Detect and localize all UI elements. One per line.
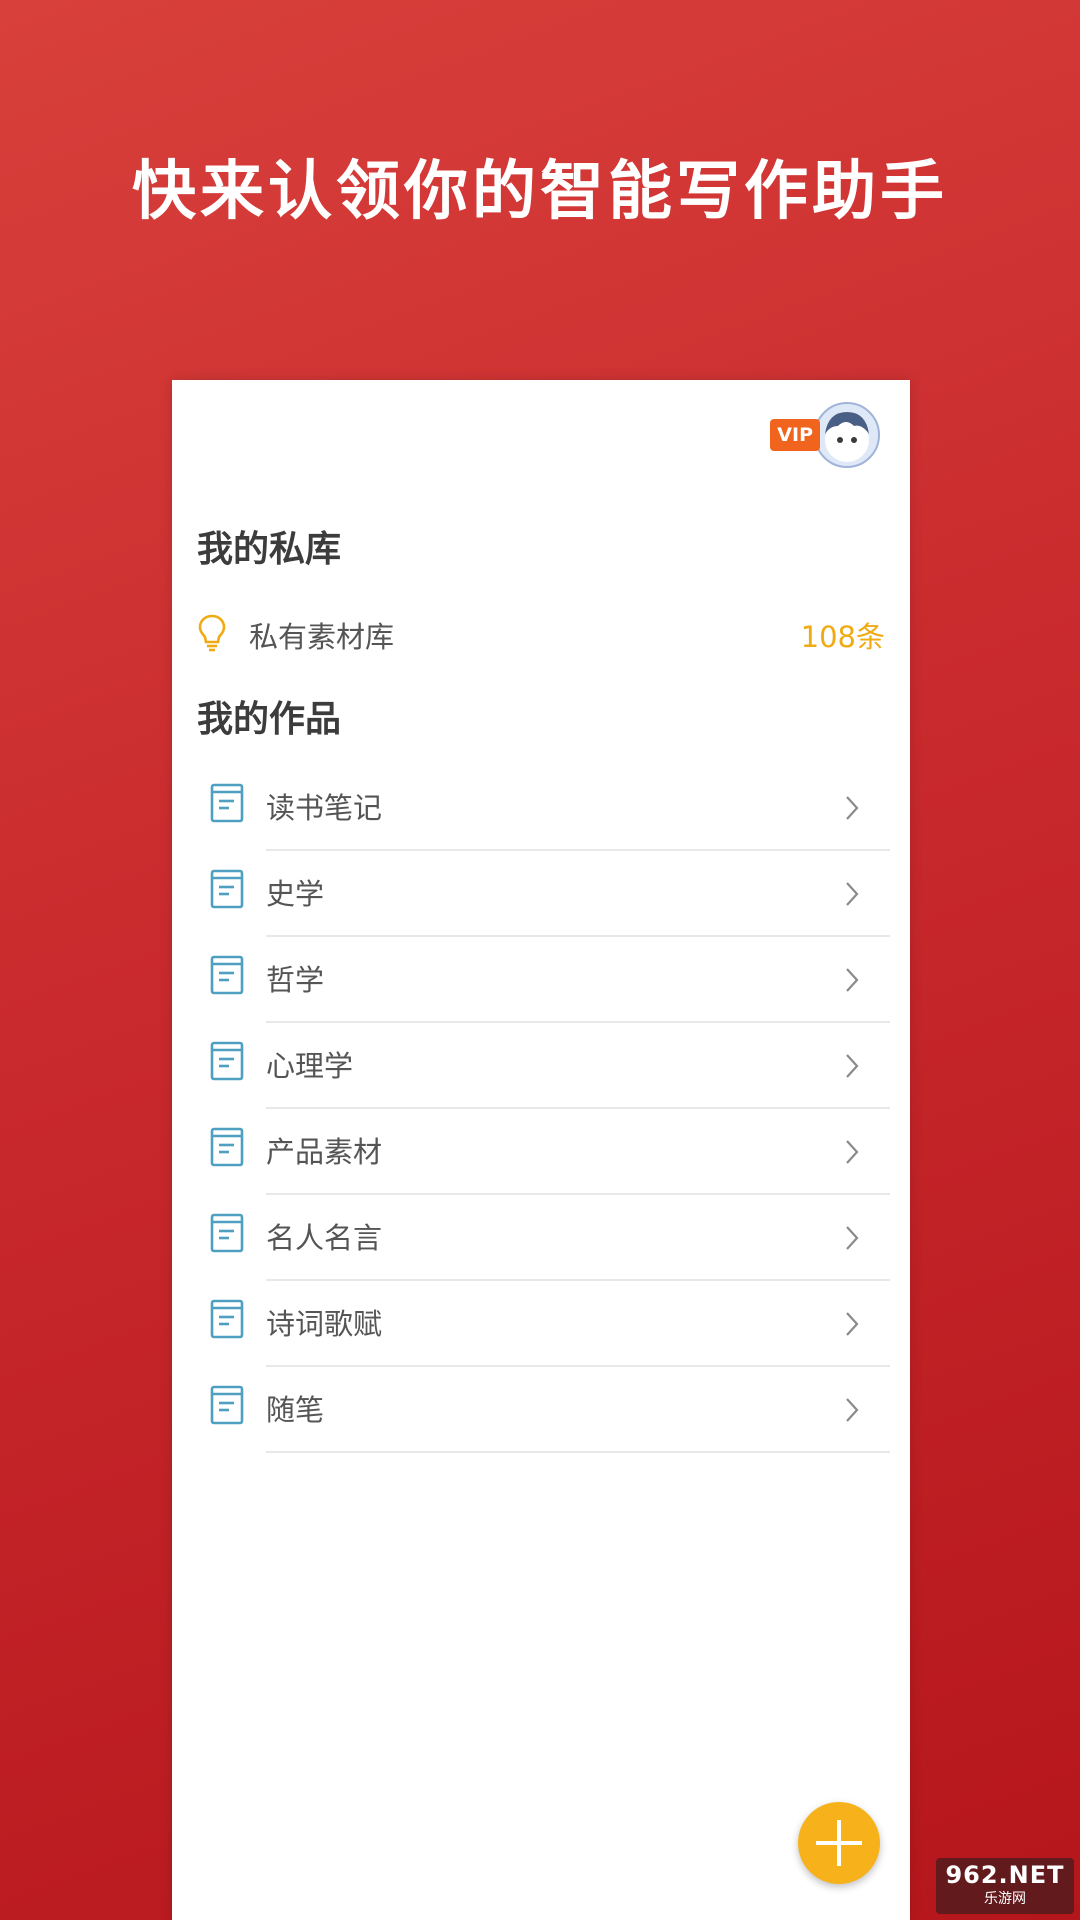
list-item-label: 史学 xyxy=(266,877,325,911)
watermark-logo: 962.NET 乐游网 xyxy=(936,1858,1074,1914)
vip-avatar-area[interactable]: VIP xyxy=(770,402,880,468)
private-library-row[interactable]: 私有素材库 108条 xyxy=(197,600,885,670)
add-button[interactable] xyxy=(798,1802,880,1884)
list-item-label: 产品素材 xyxy=(266,1135,383,1169)
document-icon xyxy=(210,1127,244,1171)
private-library-count: 108条 xyxy=(800,620,885,654)
chevron-right-icon xyxy=(844,881,860,911)
list-item-label: 诗词歌赋 xyxy=(266,1307,383,1341)
list-item[interactable]: 史学 xyxy=(172,851,910,937)
divider xyxy=(266,1451,890,1453)
list-item[interactable]: 诗词歌赋 xyxy=(172,1281,910,1367)
document-icon xyxy=(210,1213,244,1257)
chevron-right-icon xyxy=(844,967,860,997)
document-icon xyxy=(210,1299,244,1343)
list-item[interactable]: 心理学 xyxy=(172,1023,910,1109)
works-list: 读书笔记史学哲学心理学产品素材名人名言诗词歌赋随笔 xyxy=(172,765,910,1453)
private-library-title: 我的私库 xyxy=(197,529,342,570)
chevron-right-icon xyxy=(844,795,860,825)
list-item[interactable]: 哲学 xyxy=(172,937,910,1023)
list-item[interactable]: 名人名言 xyxy=(172,1195,910,1281)
document-icon xyxy=(210,783,244,827)
vip-badge: VIP xyxy=(770,419,820,451)
watermark-bottom: 乐游网 xyxy=(984,1891,1026,1907)
my-works-title: 我的作品 xyxy=(197,699,342,740)
list-item-label: 哲学 xyxy=(266,963,325,997)
private-library-label: 私有素材库 xyxy=(249,620,395,654)
lightbulb-icon xyxy=(197,613,227,657)
list-item-label: 随笔 xyxy=(266,1393,325,1427)
headline: 快来认领你的智能写作助手 xyxy=(132,155,948,229)
list-item[interactable]: 产品素材 xyxy=(172,1109,910,1195)
chevron-right-icon xyxy=(844,1139,860,1169)
chevron-right-icon xyxy=(844,1311,860,1341)
document-icon xyxy=(210,869,244,913)
list-item-label: 名人名言 xyxy=(266,1221,383,1255)
chevron-right-icon xyxy=(844,1053,860,1083)
phone-screen: VIP 我的私库 私有素材库 108条 我的作品 读书笔记史学哲学心理学产品素材… xyxy=(172,380,910,1920)
document-icon xyxy=(210,955,244,999)
list-item[interactable]: 读书笔记 xyxy=(172,765,910,851)
chevron-right-icon xyxy=(844,1397,860,1427)
list-item-label: 心理学 xyxy=(266,1049,354,1083)
watermark-top: 962.NET xyxy=(945,1861,1065,1889)
chevron-right-icon xyxy=(844,1225,860,1255)
document-icon xyxy=(210,1385,244,1429)
avatar-icon[interactable] xyxy=(814,402,880,468)
document-icon xyxy=(210,1041,244,1085)
list-item-label: 读书笔记 xyxy=(266,791,383,825)
list-item[interactable]: 随笔 xyxy=(172,1367,910,1453)
